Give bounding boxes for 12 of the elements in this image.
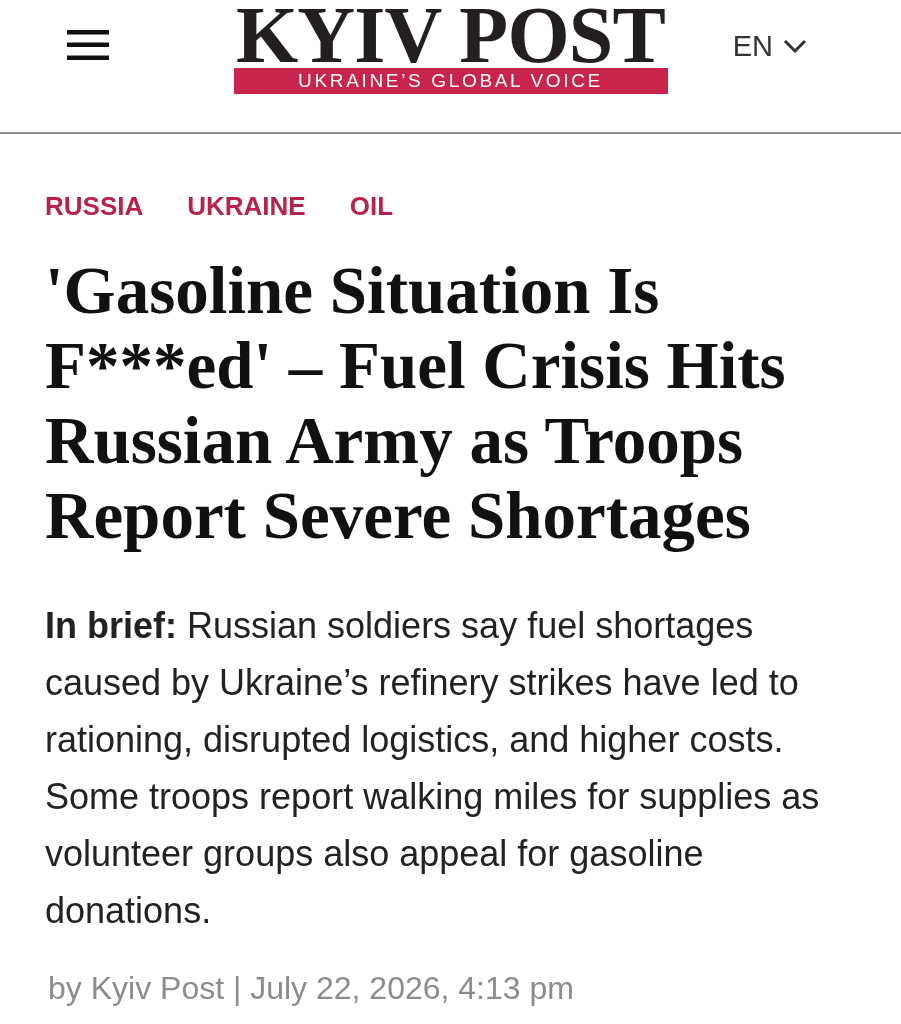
menu-icon [67, 30, 109, 60]
logo-wordmark: KYIV POST [235, 0, 666, 68]
logo-tagline: UKRAINE’S GLOBAL VOICE [233, 68, 668, 94]
tag-link[interactable]: RUSSIA [45, 191, 144, 221]
tag-link[interactable]: UKRAINE [187, 191, 306, 221]
article-byline: by Kyiv Post | July 22, 2026, 4:13 pm [48, 969, 575, 1008]
language-selector[interactable]: EN [732, 30, 807, 62]
article-brief: In brief: Russian soldiers say fuel shortages caused by Ukraine’s refinery strikes have led to rationing, disrupted logistics, and higher costs. Some troops report walking miles for supplies as volunteer groups also appeal for gasoline donations. [45, 604, 821, 933]
article-headline: 'Gasoline Situation Is F***ed' – Fuel Crisis Hits Russian Army as Troops Report Severe Shortages [45, 253, 787, 553]
menu-button[interactable] [67, 30, 109, 60]
chevron-down-icon [783, 39, 807, 53]
tag-link[interactable]: OIL [349, 191, 394, 221]
